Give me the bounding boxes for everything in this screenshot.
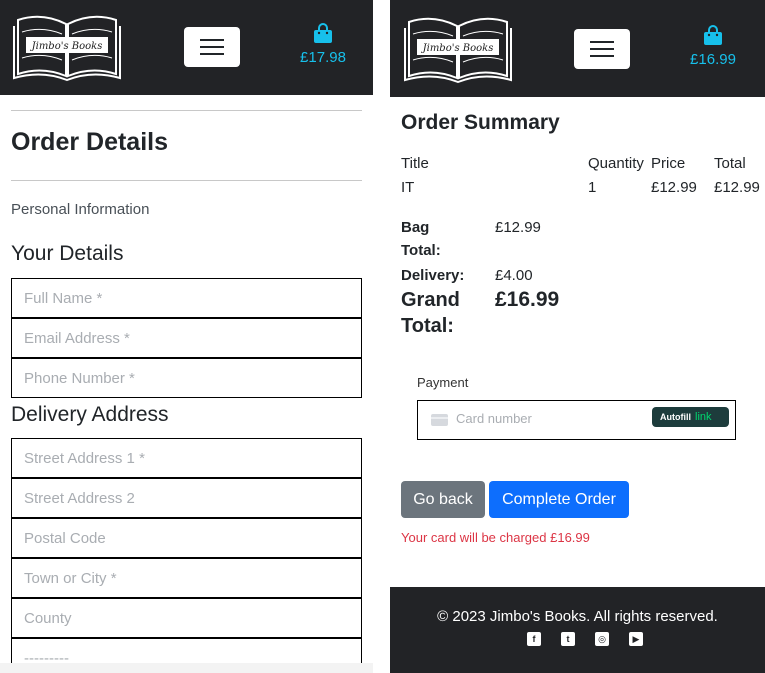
grand-total-value: £16.99 bbox=[495, 288, 560, 311]
site-logo[interactable]: Jimbo's Books bbox=[403, 12, 513, 84]
your-details-heading: Your Details bbox=[11, 242, 124, 265]
charge-message: Your card will be charged £16.99 bbox=[401, 530, 590, 545]
town-city-input[interactable] bbox=[11, 558, 362, 598]
twitter-icon[interactable]: t bbox=[561, 632, 575, 646]
order-details-page: Jimbo's Books £17.98 Order Details Perso… bbox=[0, 0, 373, 673]
hamburger-icon-bar bbox=[200, 53, 224, 55]
book-logo-icon: Jimbo's Books bbox=[13, 15, 121, 82]
copyright-text: © 2023 Jimbo's Books. All rights reserve… bbox=[437, 608, 718, 625]
grand-total-label: Grand Total: bbox=[401, 289, 460, 337]
logo-text: Jimbo's Books bbox=[30, 41, 103, 52]
facebook-icon[interactable]: f bbox=[527, 632, 541, 646]
shopping-bag-link[interactable]: £17.98 bbox=[283, 22, 363, 66]
street-address-1-input[interactable] bbox=[11, 438, 362, 478]
hamburger-icon bbox=[590, 41, 614, 43]
card-number-placeholder: Card number bbox=[456, 411, 532, 426]
link-brand-text: link bbox=[695, 411, 712, 423]
item-total: £12.99 bbox=[714, 179, 760, 196]
go-back-button[interactable]: Go back bbox=[401, 481, 485, 518]
order-summary-page: Jimbo's Books £16.99 Order Summary Title… bbox=[390, 0, 765, 673]
shopping-bag-link[interactable]: £16.99 bbox=[673, 24, 753, 68]
logo-text: Jimbo's Books bbox=[421, 43, 494, 54]
navbar-toggle-button[interactable] bbox=[574, 29, 630, 69]
hamburger-icon-bar bbox=[590, 55, 614, 57]
column-header-quantity: Quantity bbox=[588, 155, 644, 172]
book-logo-icon: Jimbo's Books bbox=[404, 17, 512, 84]
hamburger-icon bbox=[200, 39, 224, 41]
page-title: Order Details bbox=[11, 128, 169, 156]
hamburger-icon-bar bbox=[200, 46, 224, 48]
email-input[interactable] bbox=[11, 318, 362, 358]
bottom-fade bbox=[0, 663, 373, 673]
top-navbar: Jimbo's Books £17.98 bbox=[0, 0, 373, 95]
divider bbox=[11, 110, 362, 111]
autofill-link-button[interactable]: Autofill link bbox=[652, 407, 729, 427]
postal-code-input[interactable] bbox=[11, 518, 362, 558]
order-summary-heading: Order Summary bbox=[401, 111, 560, 134]
autofill-label: Autofill bbox=[660, 412, 691, 422]
item-price: £12.99 bbox=[651, 179, 697, 196]
instagram-icon[interactable]: ◎ bbox=[595, 632, 609, 646]
phone-input[interactable] bbox=[11, 358, 362, 398]
card-number-field[interactable]: Card number Autofill link bbox=[417, 400, 736, 440]
bag-total: £16.99 bbox=[690, 51, 736, 68]
delivery-label: Delivery: bbox=[401, 267, 465, 284]
personal-info-label: Personal Information bbox=[11, 201, 150, 218]
column-header-price: Price bbox=[651, 155, 686, 172]
shopping-bag-icon bbox=[314, 23, 332, 43]
credit-card-icon bbox=[431, 414, 448, 426]
shopping-bag-icon bbox=[704, 25, 722, 45]
delivery-value: £4.00 bbox=[495, 267, 533, 284]
hamburger-icon-bar bbox=[590, 48, 614, 50]
delivery-address-heading: Delivery Address bbox=[11, 403, 169, 426]
county-input[interactable] bbox=[11, 598, 362, 638]
column-header-title: Title bbox=[401, 155, 429, 172]
youtube-icon[interactable]: ▶ bbox=[629, 632, 643, 646]
street-address-2-input[interactable] bbox=[11, 478, 362, 518]
bag-total: £17.98 bbox=[300, 49, 346, 66]
payment-label: Payment bbox=[417, 375, 469, 390]
bag-total-label: Bag Total: bbox=[401, 219, 441, 259]
item-quantity: 1 bbox=[588, 179, 597, 196]
site-logo[interactable]: Jimbo's Books bbox=[12, 10, 122, 82]
column-header-total: Total bbox=[714, 155, 746, 172]
top-navbar: Jimbo's Books £16.99 bbox=[390, 0, 765, 97]
full-name-input[interactable] bbox=[11, 278, 362, 318]
complete-order-button[interactable]: Complete Order bbox=[489, 481, 629, 518]
site-footer: © 2023 Jimbo's Books. All rights reserve… bbox=[390, 587, 765, 673]
item-title: IT bbox=[401, 179, 415, 196]
navbar-toggle-button[interactable] bbox=[184, 27, 240, 67]
divider bbox=[11, 180, 362, 181]
bag-total-value: £12.99 bbox=[495, 219, 541, 236]
